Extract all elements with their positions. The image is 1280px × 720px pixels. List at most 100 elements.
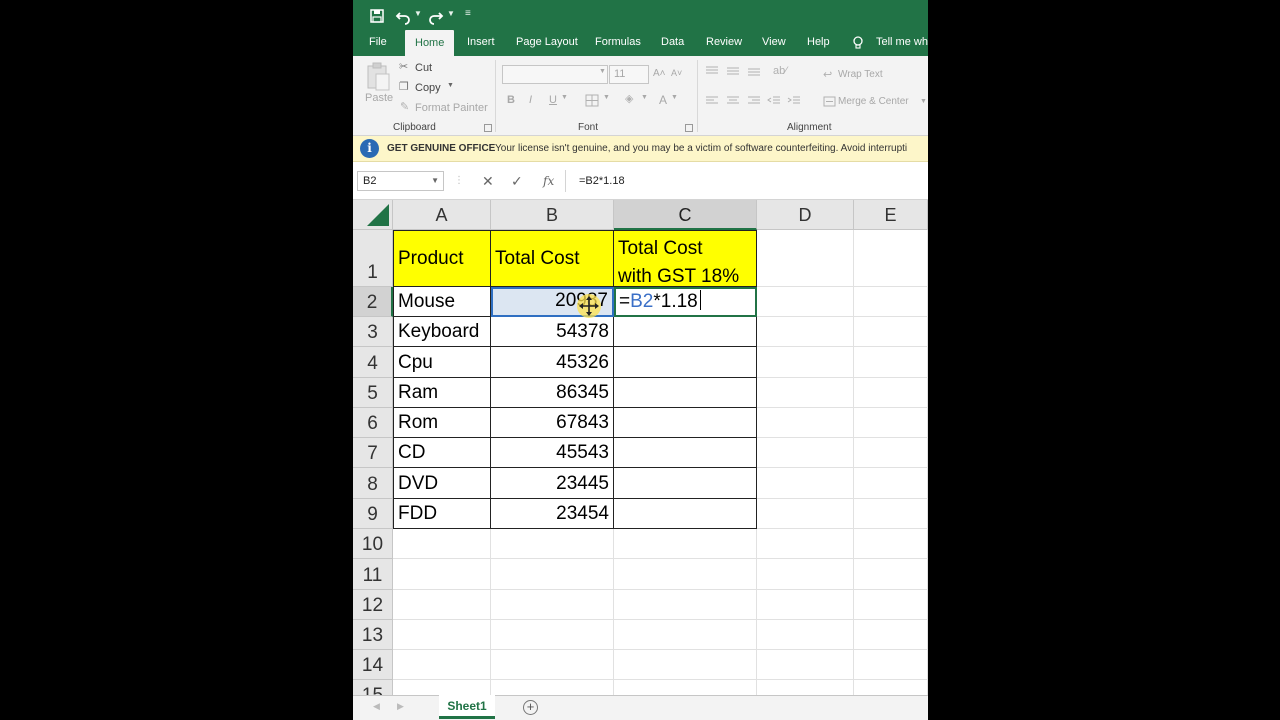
empty-cell[interactable] [854, 230, 928, 287]
undo-dropdown-icon[interactable]: ▼ [414, 4, 422, 24]
empty-cell[interactable] [614, 590, 757, 620]
cut-button[interactable]: Cut [415, 62, 432, 74]
empty-cell[interactable] [854, 650, 928, 680]
align-left-icon[interactable] [705, 96, 719, 106]
row-header-6[interactable]: 6 [353, 408, 393, 438]
row-header-8[interactable]: 8 [353, 468, 393, 499]
row-header-11[interactable]: 11 [353, 559, 393, 590]
empty-cell[interactable] [757, 287, 854, 317]
row-header-3[interactable]: 3 [353, 317, 393, 347]
font-launcher-icon[interactable] [685, 124, 693, 132]
product-cell[interactable]: Ram [393, 378, 491, 408]
gst-cost-cell[interactable] [614, 408, 757, 438]
product-cell[interactable]: Cpu [393, 347, 491, 378]
gst-cost-cell[interactable] [614, 317, 757, 347]
empty-cell[interactable] [757, 378, 854, 408]
wrap-text-button[interactable]: Wrap Text [838, 69, 883, 80]
empty-cell[interactable] [854, 559, 928, 590]
empty-cell[interactable] [854, 347, 928, 378]
empty-cell[interactable] [757, 347, 854, 378]
row-header-10[interactable]: 10 [353, 529, 393, 559]
cell-c1[interactable]: Total Cost with GST 18% [614, 230, 757, 287]
cell-a1[interactable]: Product [393, 230, 491, 287]
column-header-a[interactable]: A [393, 200, 491, 230]
cancel-icon[interactable]: ✕ [482, 172, 494, 190]
paste-icon[interactable] [365, 62, 391, 92]
tab-formulas[interactable]: Formulas [595, 29, 641, 56]
align-right-icon[interactable] [747, 96, 761, 106]
increase-font-icon[interactable]: A˄ [653, 68, 666, 79]
row-header-1[interactable]: 1 [353, 230, 393, 287]
empty-cell[interactable] [757, 468, 854, 499]
product-cell[interactable]: Keyboard [393, 317, 491, 347]
empty-cell[interactable] [854, 468, 928, 499]
row-header-9[interactable]: 9 [353, 499, 393, 529]
cost-cell[interactable]: 45326 [491, 347, 614, 378]
empty-cell[interactable] [614, 620, 757, 650]
name-box-dropdown-icon[interactable]: ▼ [431, 172, 439, 190]
column-header-c[interactable]: C [614, 200, 757, 230]
empty-cell[interactable] [393, 590, 491, 620]
decrease-indent-icon[interactable] [767, 96, 781, 106]
copy-button[interactable]: Copy [415, 82, 441, 94]
copy-dropdown-icon[interactable]: ▼ [447, 82, 454, 89]
select-all-button[interactable] [353, 200, 393, 230]
orientation-icon[interactable]: ab⁄ [773, 64, 787, 78]
tab-file[interactable]: File [369, 29, 387, 56]
cost-cell[interactable]: 23445 [491, 468, 614, 499]
align-top-icon[interactable] [705, 66, 719, 76]
tab-view[interactable]: View [762, 29, 786, 56]
empty-cell[interactable] [757, 230, 854, 287]
redo-dropdown-icon[interactable]: ▼ [447, 4, 455, 24]
merge-dropdown-icon[interactable]: ▼ [920, 98, 927, 105]
decrease-font-icon[interactable]: A˅ [671, 68, 682, 78]
empty-cell[interactable] [854, 590, 928, 620]
row-header-4[interactable]: 4 [353, 347, 393, 378]
empty-cell[interactable] [757, 590, 854, 620]
empty-cell[interactable] [393, 559, 491, 590]
product-cell[interactable]: Mouse [393, 287, 491, 317]
clipboard-launcher-icon[interactable] [484, 124, 492, 132]
row-header-2[interactable]: 2 [353, 287, 393, 317]
align-center-icon[interactable] [726, 96, 740, 106]
empty-cell[interactable] [854, 499, 928, 529]
empty-cell[interactable] [757, 650, 854, 680]
empty-cell[interactable] [614, 529, 757, 559]
product-cell[interactable]: DVD [393, 468, 491, 499]
next-sheet-icon[interactable]: ▶ [397, 701, 404, 712]
font-color-button[interactable]: A [659, 93, 667, 107]
font-name-dropdown-icon[interactable]: ▼ [599, 68, 606, 75]
column-header-e[interactable]: E [854, 200, 928, 230]
empty-cell[interactable] [393, 650, 491, 680]
italic-button[interactable]: I [529, 94, 532, 106]
empty-cell[interactable] [757, 499, 854, 529]
empty-cell[interactable] [757, 408, 854, 438]
enter-icon[interactable]: ✓ [511, 172, 523, 190]
empty-cell[interactable] [491, 529, 614, 559]
empty-cell[interactable] [854, 378, 928, 408]
undo-icon[interactable] [395, 6, 411, 26]
tab-help[interactable]: Help [807, 29, 830, 56]
borders-icon[interactable] [585, 94, 599, 107]
gst-cost-cell[interactable] [614, 378, 757, 408]
empty-cell[interactable] [854, 408, 928, 438]
row-header-5[interactable]: 5 [353, 378, 393, 408]
empty-cell[interactable] [757, 438, 854, 468]
row-header-7[interactable]: 7 [353, 438, 393, 468]
font-size-input[interactable]: 11 [609, 65, 649, 84]
column-header-b[interactable]: B [491, 200, 614, 230]
bold-button[interactable]: B [507, 94, 515, 106]
sheet-tab-sheet1[interactable]: Sheet1 [439, 695, 495, 719]
align-middle-icon[interactable] [726, 66, 740, 76]
cost-cell[interactable]: 54378 [491, 317, 614, 347]
font-name-input[interactable] [502, 65, 608, 84]
row-header-14[interactable]: 14 [353, 650, 393, 680]
gst-cost-cell[interactable] [614, 499, 757, 529]
empty-cell[interactable] [491, 650, 614, 680]
gst-cost-cell[interactable] [614, 468, 757, 499]
tab-insert[interactable]: Insert [467, 29, 495, 56]
cost-cell[interactable]: 67843 [491, 408, 614, 438]
borders-dropdown-icon[interactable]: ▼ [603, 94, 610, 101]
gst-cost-cell[interactable] [614, 438, 757, 468]
empty-cell[interactable] [854, 317, 928, 347]
